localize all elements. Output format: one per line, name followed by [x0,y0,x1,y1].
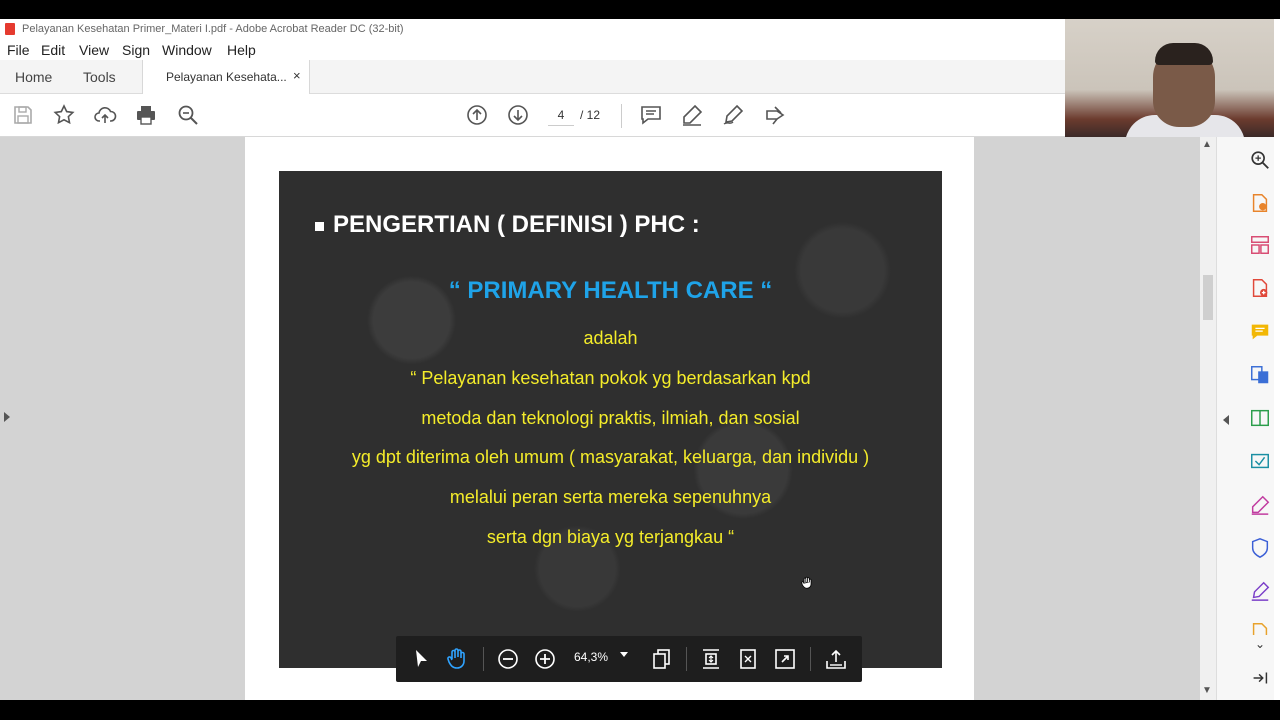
main-toolbar: 4 / 12 [0,94,1065,137]
tab-home[interactable]: Home [15,69,52,85]
slide-line-2: “ Pelayanan kesehatan pokok yg berdasark… [410,368,811,388]
organize-pages-icon[interactable] [1249,234,1271,256]
more-tools-icon[interactable] [1249,621,1271,635]
share-upload-icon[interactable] [824,647,848,671]
full-screen-icon[interactable] [773,647,797,671]
close-tab-icon[interactable]: × [293,68,301,83]
top-black-bar [0,0,1280,19]
menu-sign[interactable]: Sign [122,42,150,58]
request-signature-icon[interactable] [1249,580,1271,602]
collapse-right-panel-icon[interactable] [1249,667,1271,689]
floatbar-separator [810,647,811,671]
comment-icon[interactable] [639,103,663,127]
fit-page-icon[interactable] [699,647,723,671]
create-pdf-icon[interactable] [1249,277,1271,299]
tab-bar: Home Tools Pelayanan Kesehata... × [0,60,1065,94]
select-arrow-icon[interactable] [409,647,433,671]
previous-page-icon[interactable] [465,103,489,127]
upload-cloud-icon[interactable] [93,103,117,127]
slide-heading: PENGERTIAN ( DEFINISI ) PHC : [333,211,700,238]
slide-content: PENGERTIAN ( DEFINISI ) PHC : “ PRIMARY … [279,171,942,668]
fill-and-sign-icon[interactable] [1249,494,1271,516]
window-title: Pelayanan Kesehatan Primer_Materi I.pdf … [22,23,404,35]
hand-pan-icon[interactable] [445,647,469,671]
vertical-scrollbar[interactable]: ▲ ▼ [1200,137,1216,700]
webcam-video [1065,19,1274,137]
collapse-panel-icon[interactable] [1223,415,1229,425]
slide-line-4: yg dpt diterima oleh umum ( masyarakat, … [351,447,870,467]
highlight-pen-icon[interactable] [680,103,704,127]
tab-document-label: Pelayanan Kesehata... [166,70,287,84]
tab-document[interactable]: Pelayanan Kesehata... × [142,60,310,94]
menu-view[interactable]: View [79,42,109,58]
comment-tool-icon[interactable] [1249,321,1271,343]
edit-pdf-icon[interactable] [1249,407,1271,429]
next-page-icon[interactable] [506,103,530,127]
toolbar-separator [621,104,622,128]
right-edge-strip [1274,19,1280,700]
print-icon[interactable] [134,103,158,127]
menu-window[interactable]: Window [162,42,212,58]
zoom-search-icon[interactable] [176,103,200,127]
title-bar: Pelayanan Kesehatan Primer_Materi I.pdf … [0,19,1065,40]
slide-line-6: serta dgn biaya yg terjangkau “ [486,527,735,547]
floatbar-separator [686,647,687,671]
send-for-review-icon[interactable] [1249,450,1271,472]
right-tools-panel: ⌄ [1216,137,1274,700]
slide-line-1: adalah [583,328,638,348]
scrollbar-thumb[interactable] [1203,275,1213,320]
menu-help[interactable]: Help [227,42,256,58]
zoom-level[interactable]: 64,3% [574,650,608,664]
sign-pen-icon[interactable] [721,103,745,127]
bottom-black-bar [0,700,1280,720]
menu-file[interactable]: File [7,42,30,58]
bullet-square [315,222,324,231]
zoom-in-icon[interactable] [533,647,557,671]
fill-sign-icon[interactable] [763,103,787,127]
expand-left-panel-icon[interactable] [4,412,10,422]
slide-line-5: melalui peran serta mereka sepenuhnya [449,487,772,507]
scroll-up-icon[interactable]: ▲ [1202,139,1212,150]
zoom-out-icon[interactable] [496,647,520,671]
combine-files-icon[interactable] [1249,364,1271,386]
rotate-page-icon[interactable] [736,647,760,671]
menu-bar: File Edit View Sign Window Help [0,40,1065,60]
panel-scroll-down-icon[interactable]: ⌄ [1249,637,1271,659]
menu-edit[interactable]: Edit [41,42,65,58]
page-number-input[interactable]: 4 [548,105,574,126]
scroll-down-icon[interactable]: ▼ [1202,685,1212,696]
save-icon[interactable] [11,103,35,127]
bookmark-star-icon[interactable] [52,103,76,127]
zoom-dropdown-icon[interactable] [620,652,628,657]
hand-cursor-icon [800,574,814,597]
floatbar-separator [483,647,484,671]
webcam-person-hair [1155,43,1213,65]
search-zoom-icon[interactable] [1249,149,1271,171]
pdf-app-icon [5,23,15,35]
slide-line-3: metoda dan teknologi praktis, ilmiah, da… [421,408,800,428]
protect-shield-icon[interactable] [1249,537,1271,559]
tab-tools[interactable]: Tools [83,69,116,85]
page-total: / 12 [580,108,601,122]
page-display-icon[interactable] [650,647,674,671]
slide-term: “ PRIMARY HEALTH CARE “ [448,277,773,304]
export-pdf-icon[interactable] [1249,192,1271,214]
floating-page-toolbar: 64,3% [396,636,862,682]
